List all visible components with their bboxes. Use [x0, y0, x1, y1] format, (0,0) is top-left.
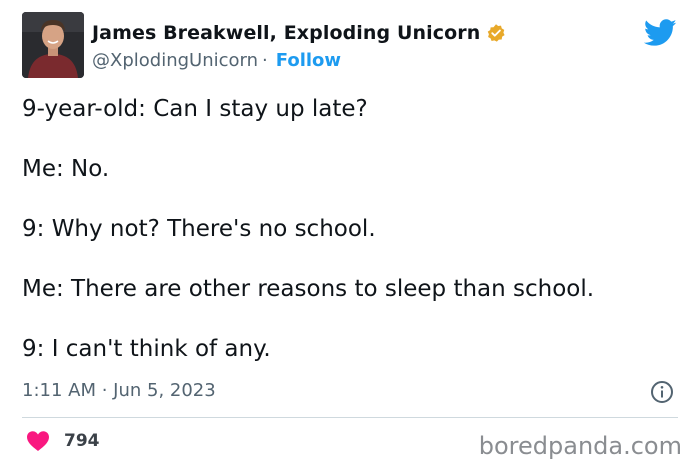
like-count: 794: [64, 431, 100, 451]
info-icon[interactable]: [650, 380, 674, 404]
verified-badge-icon: [486, 23, 506, 43]
tweet-timestamp[interactable]: 1:11 AM · Jun 5, 2023: [22, 380, 216, 401]
separator-dot: ·: [262, 50, 268, 71]
author-handle[interactable]: @XplodingUnicorn: [92, 50, 258, 71]
avatar[interactable]: [22, 12, 84, 78]
tweet-card: James Breakwell, Exploding Unicorn @Xplo…: [0, 0, 700, 471]
watermark: boredpanda.com: [478, 432, 682, 460]
follow-button[interactable]: Follow: [276, 50, 341, 71]
author-handle-row: @XplodingUnicorn · Follow: [92, 50, 341, 71]
tweet-line: Me: There are other reasons to sleep tha…: [22, 276, 595, 302]
divider: [22, 417, 678, 418]
like-button[interactable]: 794: [26, 430, 100, 452]
tweet-line: 9-year-old: Can I stay up late?: [22, 96, 368, 122]
tweet-line: Me: No.: [22, 156, 110, 182]
tweet-text: 9-year-old: Can I stay up late? Me: No. …: [22, 94, 682, 394]
person-avatar-icon: [22, 12, 84, 78]
author-name-row: James Breakwell, Exploding Unicorn: [92, 22, 506, 44]
tweet-line: 9: Why not? There's no school.: [22, 216, 376, 242]
twitter-bird-icon[interactable]: [643, 19, 677, 47]
heart-icon: [26, 430, 50, 452]
author-display-name[interactable]: James Breakwell, Exploding Unicorn: [92, 22, 480, 44]
tweet-line: 9: I can't think of any.: [22, 336, 271, 362]
